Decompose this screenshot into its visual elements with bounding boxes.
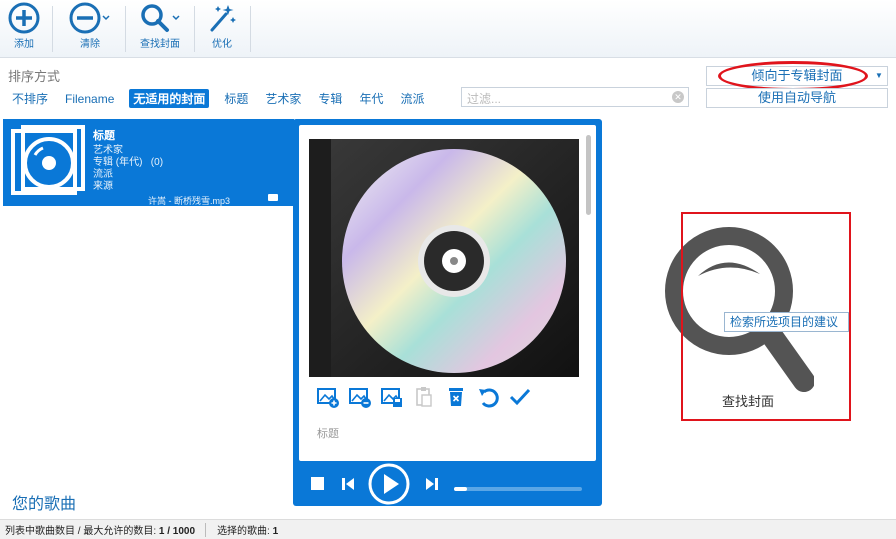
cover-title-label: 标题 (317, 428, 339, 440)
find-cover-button[interactable]: 查找封面 (134, 2, 186, 56)
cover-image (309, 139, 579, 377)
cover-panel: 标题 (293, 119, 602, 506)
cd-case-icon (11, 125, 85, 195)
filter-input[interactable]: 过滤... ✕ (461, 87, 689, 107)
suggestion-tooltip: 检索所选项目的建议 (724, 312, 849, 332)
previous-icon[interactable] (341, 477, 355, 491)
chevron-down-icon (172, 15, 180, 21)
progress-fill (454, 487, 467, 491)
chevron-down-icon (102, 15, 110, 21)
status-separator (205, 522, 207, 537)
chevron-down-icon[interactable]: ▼ (871, 67, 887, 85)
optimize-label: 优化 (212, 39, 232, 50)
selected-value: 1 (272, 526, 279, 537)
check-icon[interactable] (509, 386, 531, 408)
filter-placeholder: 过滤... (467, 92, 502, 106)
auto-nav-button[interactable]: 使用自动导航 (706, 88, 888, 108)
progress-bar[interactable] (454, 487, 582, 491)
status-bar: 列表中歌曲数目 / 最大允许的数目: 1 / 1000 选择的歌曲: 1 (0, 519, 896, 539)
sort-option[interactable]: Filename (63, 91, 116, 107)
undo-icon[interactable] (477, 386, 499, 408)
magnifier-icon (141, 4, 169, 32)
sort-options: 不排序 Filename 无适用的封面 标题 艺术家 专辑 年代 流派 (10, 89, 439, 108)
next-icon[interactable] (425, 477, 439, 491)
sort-option[interactable]: 标题 (222, 89, 250, 108)
prefer-album-cover-label: 倾向于专辑封面 (751, 68, 843, 83)
find-cover-caption: 查找封面 (722, 394, 775, 409)
sort-title: 排序方式 (8, 69, 61, 84)
minus-icon (69, 2, 101, 34)
plus-icon (8, 2, 40, 34)
prefer-album-cover-dropdown[interactable]: 倾向于专辑封面 ▼ (706, 66, 888, 86)
song-list-item[interactable]: 标题 艺术家 专辑 (年代) (0) 流派 来源 许嵩 - 断桥残雪.mp3 (3, 119, 294, 206)
sort-option[interactable]: 专辑 (316, 89, 344, 108)
clear-icon[interactable]: ✕ (672, 91, 684, 103)
song-source: 来源 (93, 181, 113, 192)
find-cover-label: 查找封面 (140, 39, 180, 50)
add-label: 添加 (14, 39, 34, 50)
sort-option[interactable]: 无适用的封面 (129, 89, 210, 108)
optimize-button[interactable]: 优化 (204, 2, 240, 56)
selected-label: 选择的歌曲: (217, 526, 270, 537)
song-count-label: 列表中歌曲数目 / 最大允许的数目: (5, 526, 157, 537)
song-artist: 艺术家 (93, 145, 123, 156)
add-button[interactable]: 添加 (8, 2, 40, 56)
add-image-icon[interactable] (317, 386, 339, 408)
play-icon[interactable] (367, 462, 411, 506)
paste-icon[interactable] (413, 386, 435, 408)
cover-scrollbar[interactable] (586, 135, 591, 215)
sort-option[interactable]: 流派 (398, 89, 426, 108)
save-image-icon[interactable] (381, 386, 403, 408)
sort-option[interactable]: 不排序 (10, 89, 50, 108)
song-count-status: 列表中歌曲数目 / 最大允许的数目: 1 / 1000 (0, 522, 205, 537)
remove-label: 清除 (80, 39, 100, 50)
song-count-value: 1 / 1000 (158, 526, 196, 537)
song-album: 专辑 (年代) (0) (93, 153, 164, 168)
song-filename: 许嵩 - 断桥残雪.mp3 (148, 196, 231, 206)
folder-icon[interactable] (268, 194, 278, 201)
selected-status: 选择的歌曲: 1 (212, 522, 288, 537)
toolbar: 添加 清除 查找封面 优化 (0, 0, 896, 58)
sort-option[interactable]: 艺术家 (263, 89, 303, 108)
magic-wand-icon (210, 5, 236, 32)
toolbar-separator (52, 6, 53, 52)
list-heading: 您的歌曲 (12, 496, 77, 513)
app-window: 添加 清除 查找封面 优化 排序方式 不排序 Filename 无适用的封面 标… (0, 0, 896, 539)
stop-icon[interactable] (311, 477, 324, 490)
cover-editor: 标题 (299, 125, 596, 461)
toolbar-separator (125, 6, 126, 52)
cover-actions (317, 386, 541, 408)
song-album-count: (0) (150, 157, 164, 168)
remove-image-icon[interactable] (349, 386, 371, 408)
delete-icon[interactable] (445, 386, 467, 408)
toolbar-separator (194, 6, 195, 52)
sort-option[interactable]: 年代 (357, 89, 385, 108)
remove-button[interactable]: 清除 (64, 2, 116, 56)
player-controls (299, 463, 596, 505)
toolbar-separator (250, 6, 251, 52)
song-metadata: 标题 艺术家 专辑 (年代) (0) 流派 来源 (93, 127, 164, 192)
song-title: 标题 (93, 130, 115, 142)
